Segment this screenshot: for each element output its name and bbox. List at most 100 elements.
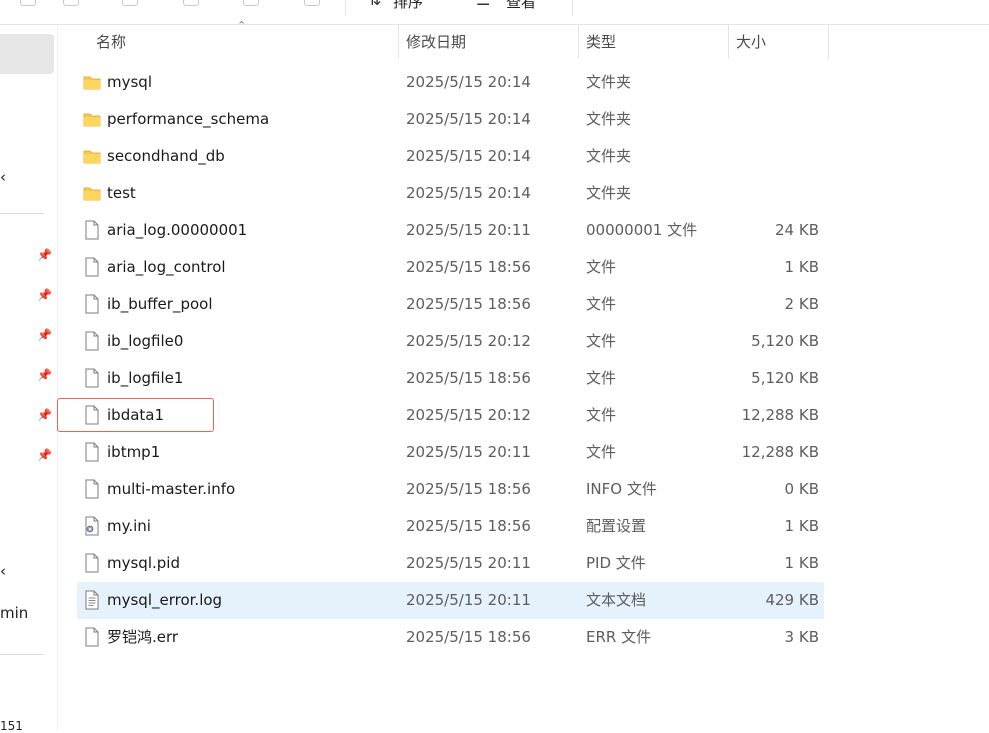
- file-size: 1 KB: [784, 554, 819, 572]
- file-type: 文件夹: [586, 73, 632, 91]
- file-type: 文件: [586, 369, 617, 387]
- file-row[interactable]: mysql_error.log 2025/5/15 20:11 文本文档 429 KB: [77, 582, 824, 619]
- file-icon: [83, 479, 101, 499]
- file-name: secondhand_db: [107, 147, 225, 165]
- file-date-modified: 2025/5/15 18:56: [406, 369, 531, 387]
- folder-icon: [83, 146, 101, 166]
- file-name: multi-master.info: [107, 480, 236, 498]
- column-header-size[interactable]: 大小: [736, 25, 766, 59]
- file-row[interactable]: performance_schema 2025/5/15 20:14 文件夹: [77, 101, 824, 138]
- column-divider[interactable]: [728, 25, 729, 59]
- nav-divider: [0, 213, 44, 214]
- file-date-modified: 2025/5/15 18:56: [406, 628, 531, 646]
- rename-icon[interactable]: [183, 0, 199, 6]
- file-row[interactable]: 罗铠鸿.err 2025/5/15 18:56 ERR 文件 3 KB: [77, 619, 824, 656]
- file-row[interactable]: ib_logfile0 2025/5/15 20:12 文件 5,120 KB: [77, 323, 824, 360]
- delete-icon[interactable]: [304, 0, 320, 6]
- file-date-modified: 2025/5/15 20:14: [406, 184, 531, 202]
- nav-item-fragment[interactable]: ‹: [0, 168, 6, 186]
- file-row[interactable]: ibtmp1 2025/5/15 20:11 文件 12,288 KB: [77, 434, 824, 471]
- file-name: mysql: [107, 73, 152, 91]
- nav-item-fragment[interactable]: ‹: [0, 562, 6, 580]
- file-date-modified: 2025/5/15 20:11: [406, 591, 531, 609]
- file-row[interactable]: ib_buffer_pool 2025/5/15 18:56 文件 2 KB: [77, 286, 824, 323]
- toolbar-divider: [572, 0, 573, 16]
- file-type: 文件夹: [586, 184, 632, 202]
- file-date-modified: 2025/5/15 18:56: [406, 258, 531, 276]
- file-name: mysql.pid: [107, 554, 180, 572]
- view-label: 查看: [506, 0, 537, 11]
- pin-icon[interactable]: 📌: [37, 409, 52, 421]
- copy-icon[interactable]: [63, 0, 79, 6]
- sort-label: 排序: [393, 0, 424, 11]
- file-type: PID 文件: [586, 554, 646, 572]
- settings-file-icon: [83, 516, 101, 536]
- file-icon: [83, 553, 101, 573]
- file-name: test: [107, 184, 136, 202]
- file-row[interactable]: ib_logfile1 2025/5/15 18:56 文件 5,120 KB: [77, 360, 824, 397]
- folder-icon: [83, 72, 101, 92]
- paste-icon[interactable]: [122, 0, 138, 6]
- file-type: 00000001 文件: [586, 221, 698, 239]
- column-header-type[interactable]: 类型: [586, 25, 616, 59]
- pin-icon[interactable]: 📌: [37, 329, 52, 341]
- file-date-modified: 2025/5/15 20:12: [406, 406, 531, 424]
- nav-item-admin[interactable]: min: [0, 604, 28, 622]
- pin-icon[interactable]: 📌: [37, 249, 52, 261]
- file-icon: [83, 220, 101, 240]
- folder-icon: [83, 183, 101, 203]
- file-row[interactable]: multi-master.info 2025/5/15 18:56 INFO 文件 0…: [77, 471, 824, 508]
- file-type: 文件: [586, 295, 617, 313]
- file-icon: [83, 257, 101, 277]
- file-name: ib_logfile0: [107, 332, 184, 350]
- file-size: 12,288 KB: [741, 406, 819, 424]
- file-row[interactable]: mysql.pid 2025/5/15 20:11 PID 文件 1 KB: [77, 545, 824, 582]
- file-date-modified: 2025/5/15 20:14: [406, 147, 531, 165]
- sort-icon: ⇅: [368, 0, 381, 9]
- file-row[interactable]: aria_log.00000001 2025/5/15 20:11 00000001…: [77, 212, 824, 249]
- share-icon[interactable]: [243, 0, 259, 6]
- file-date-modified: 2025/5/15 18:56: [406, 517, 531, 535]
- file-type: 文件: [586, 332, 617, 350]
- nav-item-selected[interactable]: [0, 34, 54, 74]
- column-header-date[interactable]: 修改日期: [406, 25, 466, 59]
- file-icon: [83, 294, 101, 314]
- file-name: ib_logfile1: [107, 369, 184, 387]
- file-date-modified: 2025/5/15 20:11: [406, 554, 531, 572]
- file-type: INFO 文件: [586, 480, 657, 498]
- file-size: 429 KB: [765, 591, 819, 609]
- pin-icon[interactable]: 📌: [37, 449, 52, 461]
- file-row[interactable]: test 2025/5/15 20:14 文件夹: [77, 175, 824, 212]
- text-file-icon: [83, 590, 101, 610]
- file-date-modified: 2025/5/15 20:14: [406, 73, 531, 91]
- navigation-pane: ‹ 📌 📌 📌 📌 📌 📌 ‹ min 151: [0, 25, 58, 733]
- nav-divider: [0, 654, 44, 655]
- column-header-name[interactable]: 名称: [96, 25, 126, 59]
- column-divider[interactable]: [578, 25, 579, 59]
- file-name: my.ini: [107, 517, 151, 535]
- sort-ascending-icon: ⌃: [237, 19, 247, 32]
- file-type: 文件: [586, 406, 617, 424]
- file-size: 1 KB: [784, 258, 819, 276]
- toolbar-divider: [345, 0, 346, 16]
- file-size: 24 KB: [775, 221, 819, 239]
- file-row[interactable]: my.ini 2025/5/15 18:56 配置设置 1 KB: [77, 508, 824, 545]
- command-bar: ⇅ 排序 ☰ 查看: [0, 0, 989, 25]
- file-type: 文件: [586, 443, 617, 461]
- file-row[interactable]: aria_log_control 2025/5/15 18:56 文件 1 KB: [77, 249, 824, 286]
- file-row[interactable]: secondhand_db 2025/5/15 20:14 文件夹: [77, 138, 824, 175]
- file-row[interactable]: mysql 2025/5/15 20:14 文件夹: [77, 64, 824, 101]
- cut-icon[interactable]: [20, 0, 36, 6]
- file-date-modified: 2025/5/15 20:12: [406, 332, 531, 350]
- file-name: ib_buffer_pool: [107, 295, 213, 313]
- highlight-annotation: [57, 398, 214, 432]
- file-date-modified: 2025/5/15 18:56: [406, 480, 531, 498]
- nav-item-fragment[interactable]: 151: [0, 719, 23, 733]
- column-divider[interactable]: [398, 25, 399, 59]
- pin-icon[interactable]: 📌: [37, 369, 52, 381]
- file-size: 3 KB: [784, 628, 819, 646]
- column-divider[interactable]: [828, 25, 829, 59]
- file-size: 1 KB: [784, 517, 819, 535]
- file-name: ibtmp1: [107, 443, 161, 461]
- pin-icon[interactable]: 📌: [37, 289, 52, 301]
